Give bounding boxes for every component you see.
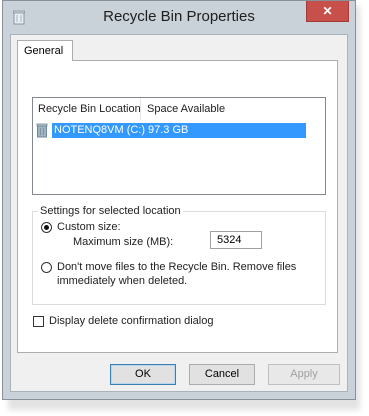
dialog-client-area: General Recycle Bin Location Space Avail… (10, 34, 348, 392)
settings-group-title: Settings for selected location (38, 205, 183, 217)
tab-general[interactable]: General (17, 40, 73, 61)
column-header-space[interactable]: Space Available (147, 103, 225, 115)
dont-move-files-radio[interactable] (41, 262, 52, 273)
radio-selected-dot (44, 225, 49, 230)
column-divider[interactable] (140, 98, 141, 120)
general-tab-panel: Recycle Bin Location Space Available NOT… (17, 60, 338, 353)
maximum-size-label: Maximum size (MB): (73, 236, 174, 248)
properties-window: Recycle Bin Properties ✕ General Recycle… (2, 0, 356, 400)
ok-button[interactable]: OK (110, 364, 176, 385)
recycle-bin-location-list[interactable]: Recycle Bin Location Space Available NOT… (32, 97, 326, 195)
maximum-size-input[interactable]: 5324 (210, 231, 262, 249)
list-header: Recycle Bin Location Space Available (33, 98, 325, 122)
recycle-bin-drive-icon (36, 123, 48, 138)
close-button[interactable]: ✕ (306, 1, 349, 22)
settings-groupbox: Settings for selected location Custom si… (32, 205, 326, 305)
apply-button[interactable]: Apply (268, 364, 340, 385)
cancel-button[interactable]: Cancel (189, 364, 255, 385)
close-icon: ✕ (322, 4, 333, 18)
title-bar[interactable]: Recycle Bin Properties ✕ (3, 1, 355, 35)
custom-size-radio[interactable] (41, 222, 52, 233)
delete-confirmation-checkbox[interactable] (33, 316, 44, 327)
custom-size-label[interactable]: Custom size: (57, 221, 121, 234)
dont-move-files-label-line1[interactable]: Don't move files to the Recycle Bin. Rem… (57, 261, 296, 274)
window-title: Recycle Bin Properties (103, 8, 255, 25)
list-item[interactable]: NOTENQ8VM (C:) 97.3 GB (36, 123, 306, 138)
location-cell: NOTENQ8VM (C:) (54, 124, 146, 136)
space-available-cell: 97.3 GB (148, 124, 189, 136)
dont-move-files-label-line2[interactable]: immediately when deleted. (57, 275, 187, 288)
column-header-location[interactable]: Recycle Bin Location (38, 103, 141, 115)
delete-confirmation-label[interactable]: Display delete confirmation dialog (49, 315, 213, 328)
